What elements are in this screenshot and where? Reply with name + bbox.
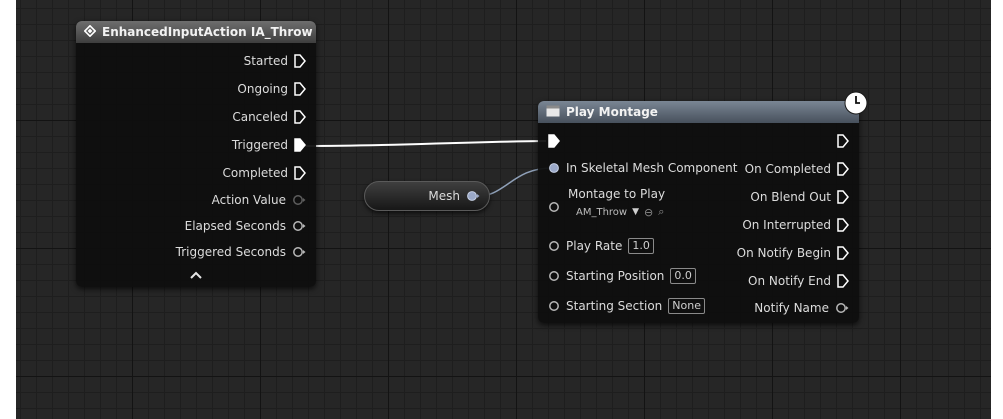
blueprint-graph-canvas[interactable]: EnhancedInputAction IA_Throw Started Ong… xyxy=(16,0,991,419)
struct-pin-icon[interactable] xyxy=(292,194,306,206)
exec-pin-connected-icon[interactable] xyxy=(294,138,306,152)
object-pin-icon[interactable] xyxy=(548,201,560,213)
output-on-notify-end[interactable]: On Notify End xyxy=(748,272,849,290)
input-starting-section[interactable]: Starting Section None xyxy=(548,297,705,315)
data-output-action-value[interactable]: Action Value xyxy=(212,191,306,209)
diamond-event-icon xyxy=(83,24,97,40)
float-pin-icon[interactable] xyxy=(292,246,306,258)
mesh-variable-node[interactable]: Mesh xyxy=(364,181,490,211)
node-header[interactable]: EnhancedInputAction IA_Throw xyxy=(76,21,316,43)
exec-pin-icon[interactable] xyxy=(294,110,306,124)
starting-section-field[interactable]: None xyxy=(668,298,705,314)
exec-pin-connected-icon[interactable] xyxy=(548,134,560,148)
browse-asset-search-icon[interactable]: ⌕ xyxy=(658,205,664,219)
exec-output-triggered[interactable]: Triggered xyxy=(232,136,306,154)
float-pin-icon[interactable] xyxy=(548,270,560,282)
output-on-completed[interactable]: On Completed xyxy=(745,160,849,178)
montage-asset-picker[interactable]: AM_Throw ▼ ⊖ ⌕ xyxy=(576,203,664,221)
play-montage-node[interactable]: Play Montage In Skeletal Mesh Component … xyxy=(538,101,859,323)
exec-pin-icon[interactable] xyxy=(837,274,849,288)
montage-dropdown-value[interactable]: AM_Throw xyxy=(576,207,627,218)
chevron-up-icon[interactable] xyxy=(189,269,203,283)
use-selected-asset-icon[interactable]: ⊖ xyxy=(644,206,653,219)
exec-pin-icon[interactable] xyxy=(837,162,849,176)
output-notify-name[interactable]: Notify Name xyxy=(754,299,849,317)
exec-input[interactable] xyxy=(548,132,560,150)
object-pin-connected-icon[interactable] xyxy=(548,162,560,174)
exec-wire-triggered-to-play-montage[interactable] xyxy=(302,140,547,147)
input-starting-position[interactable]: Starting Position 0.0 xyxy=(548,267,696,285)
object-pin-connected-icon[interactable] xyxy=(466,190,480,202)
node-header[interactable]: Play Montage xyxy=(538,101,859,123)
chevron-down-icon[interactable]: ▼ xyxy=(632,207,639,217)
exec-output[interactable] xyxy=(837,132,849,150)
name-pin-icon[interactable] xyxy=(548,300,560,312)
exec-pin-icon[interactable] xyxy=(294,82,306,96)
output-on-notify-begin[interactable]: On Notify Begin xyxy=(737,244,849,262)
mesh-output[interactable]: Mesh xyxy=(428,187,480,205)
exec-output-canceled[interactable]: Canceled xyxy=(232,108,306,126)
exec-output-completed[interactable]: Completed xyxy=(223,164,306,182)
node-title: Play Montage xyxy=(566,105,658,119)
float-pin-icon[interactable] xyxy=(292,220,306,232)
exec-output-ongoing[interactable]: Ongoing xyxy=(237,80,306,98)
starting-position-field[interactable]: 0.0 xyxy=(670,268,696,284)
exec-pin-icon[interactable] xyxy=(294,166,306,180)
exec-pin-icon[interactable] xyxy=(294,54,306,68)
data-output-triggered-seconds[interactable]: Triggered Seconds xyxy=(176,243,306,261)
node-title: EnhancedInputAction IA_Throw xyxy=(102,25,313,39)
input-skeletal-mesh-component[interactable]: In Skeletal Mesh Component xyxy=(548,159,737,177)
play-rate-field[interactable]: 1.0 xyxy=(628,238,654,254)
data-output-elapsed-seconds[interactable]: Elapsed Seconds xyxy=(185,217,306,235)
exec-pin-icon[interactable] xyxy=(837,190,849,204)
name-pin-icon[interactable] xyxy=(835,302,849,314)
exec-output-started[interactable]: Started xyxy=(244,52,306,70)
exec-pin-icon[interactable] xyxy=(837,218,849,232)
exec-pin-icon[interactable] xyxy=(837,246,849,260)
input-play-rate[interactable]: Play Rate 1.0 xyxy=(548,237,654,255)
output-on-blend-out[interactable]: On Blend Out xyxy=(750,188,849,206)
enhanced-input-action-node[interactable]: EnhancedInputAction IA_Throw Started Ong… xyxy=(76,21,316,287)
clock-icon xyxy=(844,91,868,119)
input-montage-label: Montage to Play xyxy=(568,187,666,201)
function-icon xyxy=(546,105,560,120)
exec-pin-icon[interactable] xyxy=(837,134,849,148)
input-montage-pin[interactable] xyxy=(548,198,560,216)
mesh-label: Mesh xyxy=(428,189,460,203)
float-pin-icon[interactable] xyxy=(548,240,560,252)
output-on-interrupted[interactable]: On Interrupted xyxy=(742,216,849,234)
